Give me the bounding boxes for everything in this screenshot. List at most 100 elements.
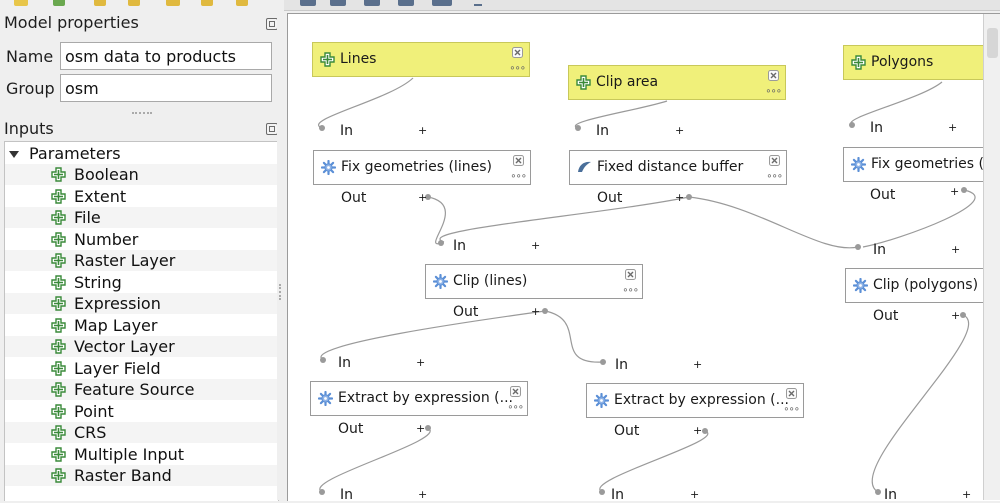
port-plus[interactable]: + [951,243,960,256]
tree-item[interactable]: String [5,272,278,293]
tree-item[interactable]: File [5,207,278,228]
tree-parameters[interactable]: Parameters [9,144,121,164]
tree-item[interactable]: Extent [5,186,278,207]
close-icon[interactable] [510,386,521,397]
inputs-tree: Parameters Boolean Extent File Number Raster… [4,141,279,501]
port-plus[interactable]: + [531,305,540,318]
panel-splitter[interactable] [277,0,284,500]
edit-icon[interactable] [166,0,180,6]
port-plus[interactable]: + [948,121,957,134]
gear-icon [851,157,866,172]
box-title: Polygons [871,54,934,70]
port-out: Out [870,187,896,203]
tree-item[interactable]: Feature Source [5,379,278,400]
tree-item[interactable]: CRS [5,422,278,443]
inputs-title: Inputs [4,119,54,138]
tree-item[interactable]: Number [5,229,278,250]
export-pdf-icon[interactable] [398,0,414,6]
save-as-icon[interactable] [330,0,346,6]
more-icon[interactable]: ∘∘∘ [507,403,524,413]
port-plus[interactable]: + [675,191,684,204]
name-input[interactable] [60,42,272,70]
port-out: Out [338,421,364,437]
tree-item-label: Number [74,229,139,249]
close-icon[interactable] [512,47,523,58]
add-icon [51,167,66,182]
edit-icon[interactable] [128,0,140,6]
save-icon[interactable] [300,0,316,6]
tree-item[interactable]: Expression [5,293,278,314]
port-in: In [596,123,610,139]
export-image-icon[interactable] [364,0,380,6]
input-box-lines[interactable]: Lines ∘∘∘ [312,42,530,77]
close-icon[interactable] [625,269,636,280]
algorithm-box-fix-polygons[interactable]: Fix geometries (p [843,147,983,182]
port-plus[interactable]: + [962,488,971,500]
edit-icon[interactable] [201,0,213,6]
canvas-toolbar [16,0,1000,11]
close-icon[interactable] [768,70,779,81]
export-svg-icon[interactable] [432,0,452,6]
port-plus[interactable]: + [416,356,425,369]
close-icon[interactable] [769,155,780,166]
port-plus[interactable]: + [690,488,699,500]
more-icon[interactable]: ∘∘∘ [783,405,800,415]
algorithm-box-fix-lines[interactable]: Fix geometries (lines) ∘∘∘ [313,150,531,185]
close-icon[interactable] [786,388,797,399]
port-plus[interactable]: + [675,124,684,137]
panel-resize-handle[interactable] [132,112,152,116]
port-plus[interactable]: + [950,185,959,198]
input-box-polygons[interactable]: Polygons [843,45,983,80]
vertical-scrollbar[interactable] [983,14,1000,500]
open-icon[interactable] [14,0,26,6]
port-plus[interactable]: + [693,358,702,371]
port-in: In [453,238,467,254]
port-plus[interactable]: + [418,191,427,204]
tree-item[interactable]: Boolean [5,164,278,185]
close-icon[interactable] [513,155,524,166]
tree-item[interactable]: Multiple Input [5,444,278,465]
port-out: Out [341,190,367,206]
edit-icon[interactable] [236,0,248,6]
more-icon[interactable]: ∘∘∘ [766,172,783,182]
algorithm-box-clip-polygons[interactable]: Clip (polygons) [845,268,983,303]
tree-item-label: Raster Band [74,466,172,485]
port-in: In [338,355,352,371]
run-icon[interactable] [474,0,482,6]
more-icon[interactable]: ∘∘∘ [509,64,526,74]
scrollbar-thumb[interactable] [987,28,998,58]
port-plus[interactable]: + [416,422,425,435]
tree-item[interactable]: Vector Layer [5,336,278,357]
port-plus[interactable]: + [951,309,960,322]
more-icon[interactable]: ∘∘∘ [510,172,527,182]
add-icon [51,382,66,397]
algorithm-box-clip-lines[interactable]: Clip (lines) ∘∘∘ [425,264,643,299]
port-plus[interactable]: + [693,424,702,437]
port-plus[interactable]: + [418,124,427,137]
tree-item[interactable]: Layer Field [5,358,278,379]
tree-item[interactable]: Point [5,401,278,422]
tree-item[interactable]: Raster Layer [5,250,278,271]
port-out: Out [873,308,899,324]
algorithm-box-fixed-buffer[interactable]: Fixed distance buffer ∘∘∘ [569,150,787,185]
edit-icon[interactable] [94,0,106,6]
port-plus[interactable]: + [418,488,427,500]
collapse-arrow-icon[interactable] [9,151,19,158]
more-icon[interactable]: ∘∘∘ [765,87,782,97]
tree-item-label: CRS [74,423,107,442]
tree-item[interactable]: Raster Band [5,465,278,486]
add-icon[interactable] [53,0,65,6]
algorithm-box-extract-1[interactable]: Extract by expression (... ∘∘∘ [310,381,528,416]
input-box-clip-area[interactable]: Clip area ∘∘∘ [568,65,786,100]
add-icon [51,210,66,225]
name-label: Name [6,47,54,66]
buffer-icon [577,160,592,175]
add-icon [51,296,66,311]
tree-item[interactable]: Map Layer [5,315,278,336]
algorithm-box-extract-2[interactable]: Extract by expression (... ∘∘∘ [586,383,804,418]
port-plus[interactable]: + [531,239,540,252]
more-icon[interactable]: ∘∘∘ [622,286,639,296]
group-input[interactable] [60,74,272,102]
tree-item-label: Point [74,401,114,421]
tree-item-label: Vector Layer [74,337,175,356]
